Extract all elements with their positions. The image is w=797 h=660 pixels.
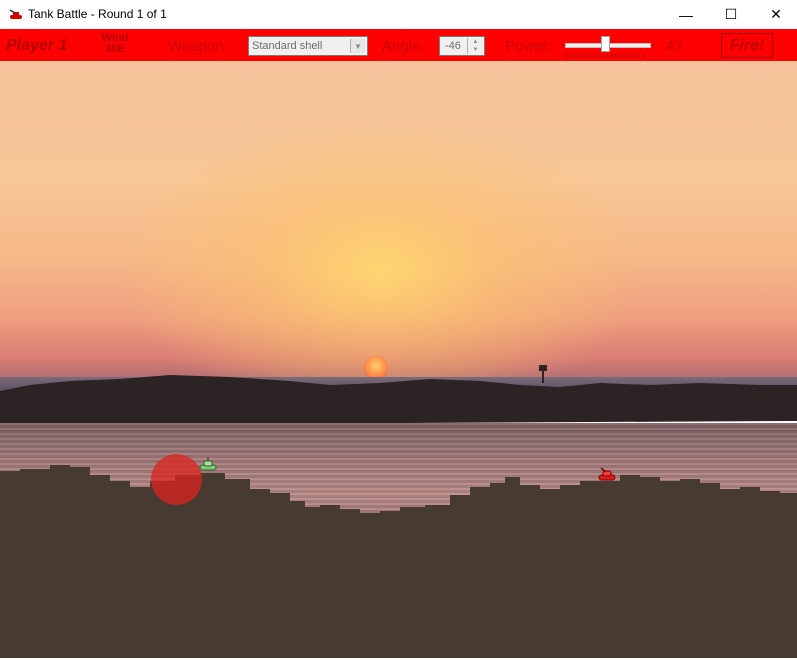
terrain-ground	[0, 465, 797, 658]
power-slider[interactable]	[563, 35, 651, 59]
game-toolbar: Player 1 Wind 30E Weapon: Standard shell…	[0, 29, 797, 61]
wind-value: 30E	[105, 43, 125, 55]
fire-button[interactable]: Fire!	[721, 33, 773, 58]
red-tank-icon	[9, 9, 22, 19]
weapon-label: Weapon:	[168, 38, 228, 55]
angle-value[interactable]: -46	[445, 40, 461, 52]
spinner-up-icon[interactable]: ▲	[468, 38, 483, 46]
weapon-select-value: Standard shell	[252, 40, 323, 52]
explosion-crater	[151, 454, 202, 505]
minimize-button[interactable]: —	[663, 0, 709, 29]
spinner-down-icon[interactable]: ▼	[468, 46, 483, 54]
maximize-icon: ☐	[724, 6, 738, 22]
window-title: Tank Battle - Round 1 of 1	[28, 7, 167, 21]
power-slider-thumb[interactable]	[600, 36, 610, 52]
player-2-tank	[598, 468, 616, 481]
weapon-select[interactable]: Standard shell ▼	[248, 36, 368, 56]
window-title-bar[interactable]: Tank Battle - Round 1 of 1 — ☐ ✕	[0, 0, 797, 29]
wind-indicator: Wind 30E	[98, 33, 132, 55]
close-button[interactable]: ✕	[753, 0, 797, 29]
power-label: Power:	[505, 38, 552, 55]
chevron-down-icon[interactable]: ▼	[350, 39, 365, 53]
power-slider-ticks	[567, 54, 647, 58]
terrain	[0, 465, 797, 658]
angle-spinner-arrows[interactable]: ▲ ▼	[467, 38, 483, 54]
close-icon: ✕	[770, 6, 782, 22]
minimize-icon: —	[679, 6, 693, 23]
player-1-tank	[199, 457, 217, 471]
angle-label: Angle:	[382, 38, 425, 55]
current-player-label: Player 1	[6, 37, 68, 54]
power-value: 47	[666, 38, 683, 55]
maximize-button[interactable]: ☐	[708, 0, 754, 29]
angle-spinner[interactable]: -46 ▲ ▼	[439, 36, 485, 56]
game-playfield[interactable]	[0, 61, 797, 658]
